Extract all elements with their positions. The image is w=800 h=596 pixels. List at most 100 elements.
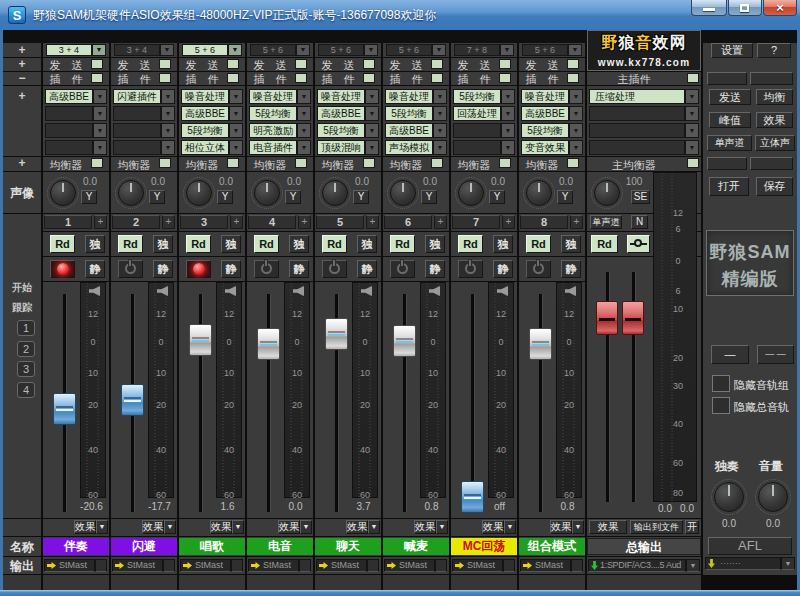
channel-6-effect-slot-1[interactable]: 噪音处理 ▼ [385,89,447,104]
channel-3-solo-button[interactable]: 独 [221,235,241,253]
channel-3-record-button[interactable] [186,260,211,278]
channel-output-seg[interactable] [503,559,515,572]
master-rd-button[interactable]: Rd [591,235,618,253]
master-output-select[interactable]: 1:SPDIF/AC3....5 Aud ▼ [588,559,700,572]
effect-slot-dropdown-arrow[interactable]: ▼ [229,89,243,104]
channel-7-plugin-indicator[interactable] [499,73,511,83]
channel-4-expand-button[interactable]: + [298,215,311,229]
channel-2-send-indicator[interactable] [159,59,171,69]
channel-5-plugin-indicator[interactable] [363,73,375,83]
effect-slot-dropdown-arrow[interactable]: ▼ [297,89,311,104]
master-mono-button[interactable]: 单声道 [590,215,622,229]
channel-6-eq-indicator[interactable] [431,158,443,168]
afl-button[interactable]: AFL [708,537,792,555]
channel-output-seg[interactable] [231,559,243,572]
channel-7-mute-button[interactable]: 静 [493,260,513,278]
effects-view-button[interactable]: 效果 [756,112,793,128]
effect-slot-dropdown-arrow[interactable]: ▼ [433,123,447,138]
channel-2-fader[interactable] [121,384,144,416]
channel-3-expand-button[interactable]: + [230,215,243,229]
channel-3-y-button[interactable]: Y [217,190,233,204]
effect-slot-dropdown-arrow[interactable]: ▼ [569,123,583,138]
channel-7-eq-indicator[interactable] [499,158,511,168]
help-button[interactable]: ? [757,43,791,58]
channel-8-effects-button[interactable]: 效果 [550,520,572,534]
effect-slot-dropdown-arrow[interactable]: ▼ [365,106,379,121]
channel-output-seg[interactable] [435,559,447,572]
panel-cell-2[interactable] [750,72,793,85]
master-output-dropdown-arrow[interactable]: ▼ [686,559,700,572]
channel-6-effects-button[interactable]: 效果 [414,520,436,534]
channel-6-send-indicator[interactable] [431,59,443,69]
channel-5-effects-arrow[interactable]: ▼ [368,520,380,534]
channel-1-mute-button[interactable]: 静 [85,260,105,278]
channel-8-name[interactable]: 组合模式 [519,538,585,555]
channel-1-input-select[interactable]: 3 + 4 ▼ [46,44,106,56]
narrow-all-button[interactable]: — — [757,345,794,364]
channel-8-input-select[interactable]: 5 + 6 ▼ [522,44,582,56]
channel-6-rd-button[interactable]: Rd [390,235,415,253]
channel-3-fader[interactable] [189,324,212,356]
channel-2-effects-button[interactable]: 效果 [142,520,164,534]
channel-3-effect-slot-1[interactable]: 噪音处理 ▼ [181,89,243,104]
channel-output-seg[interactable] [367,559,379,572]
channel-output-seg[interactable] [571,559,583,572]
channel-2-solo-button[interactable]: 独 [153,235,173,253]
stereo-button[interactable]: 立体声 [755,135,795,151]
channel-1-effect-slot-1[interactable]: 高级BBE ▼ [45,89,107,104]
channel-4-effect-slot-2[interactable]: 5段均衡 ▼ [249,106,311,121]
channel-8-rd-button[interactable]: Rd [526,235,551,253]
channel-3-mute-button[interactable]: 静 [221,260,241,278]
channel-7-send-indicator[interactable] [499,59,511,69]
channel-5-effect-slot-4[interactable]: 顶级混响 ▼ [317,140,379,155]
effect-slot-dropdown-arrow[interactable]: ▼ [161,89,175,104]
channel-7-solo-button[interactable]: 独 [493,235,513,253]
effect-slot-dropdown-arrow[interactable]: ▼ [161,123,175,138]
master-eq-indicator[interactable] [687,158,699,168]
channel-1-expand-button[interactable]: + [94,215,107,229]
effect-slot-dropdown-arrow[interactable]: ▼ [93,106,107,121]
narrow-button[interactable]: — [711,345,749,364]
channel-4-record-button[interactable] [254,260,279,278]
master-se-button[interactable]: SE [631,190,650,204]
channel-8-effect-slot-1[interactable]: 噪音处理 ▼ [521,89,583,104]
channel-1-output-select[interactable]: StMast [44,559,107,572]
channel-1-effects-arrow[interactable]: ▼ [96,520,108,534]
channel-1-pan-knob[interactable] [50,180,76,206]
send-view-button[interactable]: 发送 [709,89,751,105]
channel-6-expand-button[interactable]: + [434,215,447,229]
channel-2-eq-indicator[interactable] [159,158,171,168]
channel-5-solo-button[interactable]: 独 [357,235,377,253]
channel-5-send-indicator[interactable] [363,59,375,69]
channel-1-effect-slot-2[interactable]: ▼ [45,106,107,121]
channel-3-effect-slot-2[interactable]: 高级BBE ▼ [181,106,243,121]
channel-6-solo-button[interactable]: 独 [425,235,445,253]
channel-8-effects-arrow[interactable]: ▼ [572,520,584,534]
channel-4-number[interactable]: 4 [248,215,296,229]
track-group-4-button[interactable]: 4 [17,382,35,398]
channel-3-output-select[interactable]: StMast [180,559,243,572]
channel-6-plugin-indicator[interactable] [431,73,443,83]
channel-8-y-button[interactable]: Y [557,190,573,204]
channel-8-fader[interactable] [529,328,552,360]
channel-2-effect-slot-4[interactable]: ▼ [113,140,175,155]
effect-slot-dropdown-arrow[interactable]: ▼ [229,106,243,121]
effect-slot-dropdown-arrow[interactable]: ▼ [93,123,107,138]
channel-4-effect-slot-1[interactable]: 噪音处理 ▼ [249,89,311,104]
effect-slot-dropdown-arrow[interactable]: ▼ [297,106,311,121]
channel-1-eq-indicator[interactable] [91,158,103,168]
channel-7-rd-button[interactable]: Rd [458,235,483,253]
channel-4-name[interactable]: 电音 [247,538,313,555]
channel-output-seg[interactable] [299,559,311,572]
channel-1-effects-button[interactable]: 效果 [74,520,96,534]
volume-knob[interactable] [758,482,788,512]
solo-knob[interactable] [714,482,744,512]
channel-8-plugin-indicator[interactable] [567,73,579,83]
channel-4-effect-slot-4[interactable]: 电音插件 ▼ [249,140,311,155]
settings-button[interactable]: 设置 [711,43,753,58]
channel-2-rd-button[interactable]: Rd [118,235,143,253]
hide-track-group-checkbox[interactable] [712,375,730,392]
effect-slot-dropdown-arrow[interactable]: ▼ [229,123,243,138]
channel-2-expand-button[interactable]: + [162,215,175,229]
channel-6-effect-slot-2[interactable]: 5段均衡 ▼ [385,106,447,121]
